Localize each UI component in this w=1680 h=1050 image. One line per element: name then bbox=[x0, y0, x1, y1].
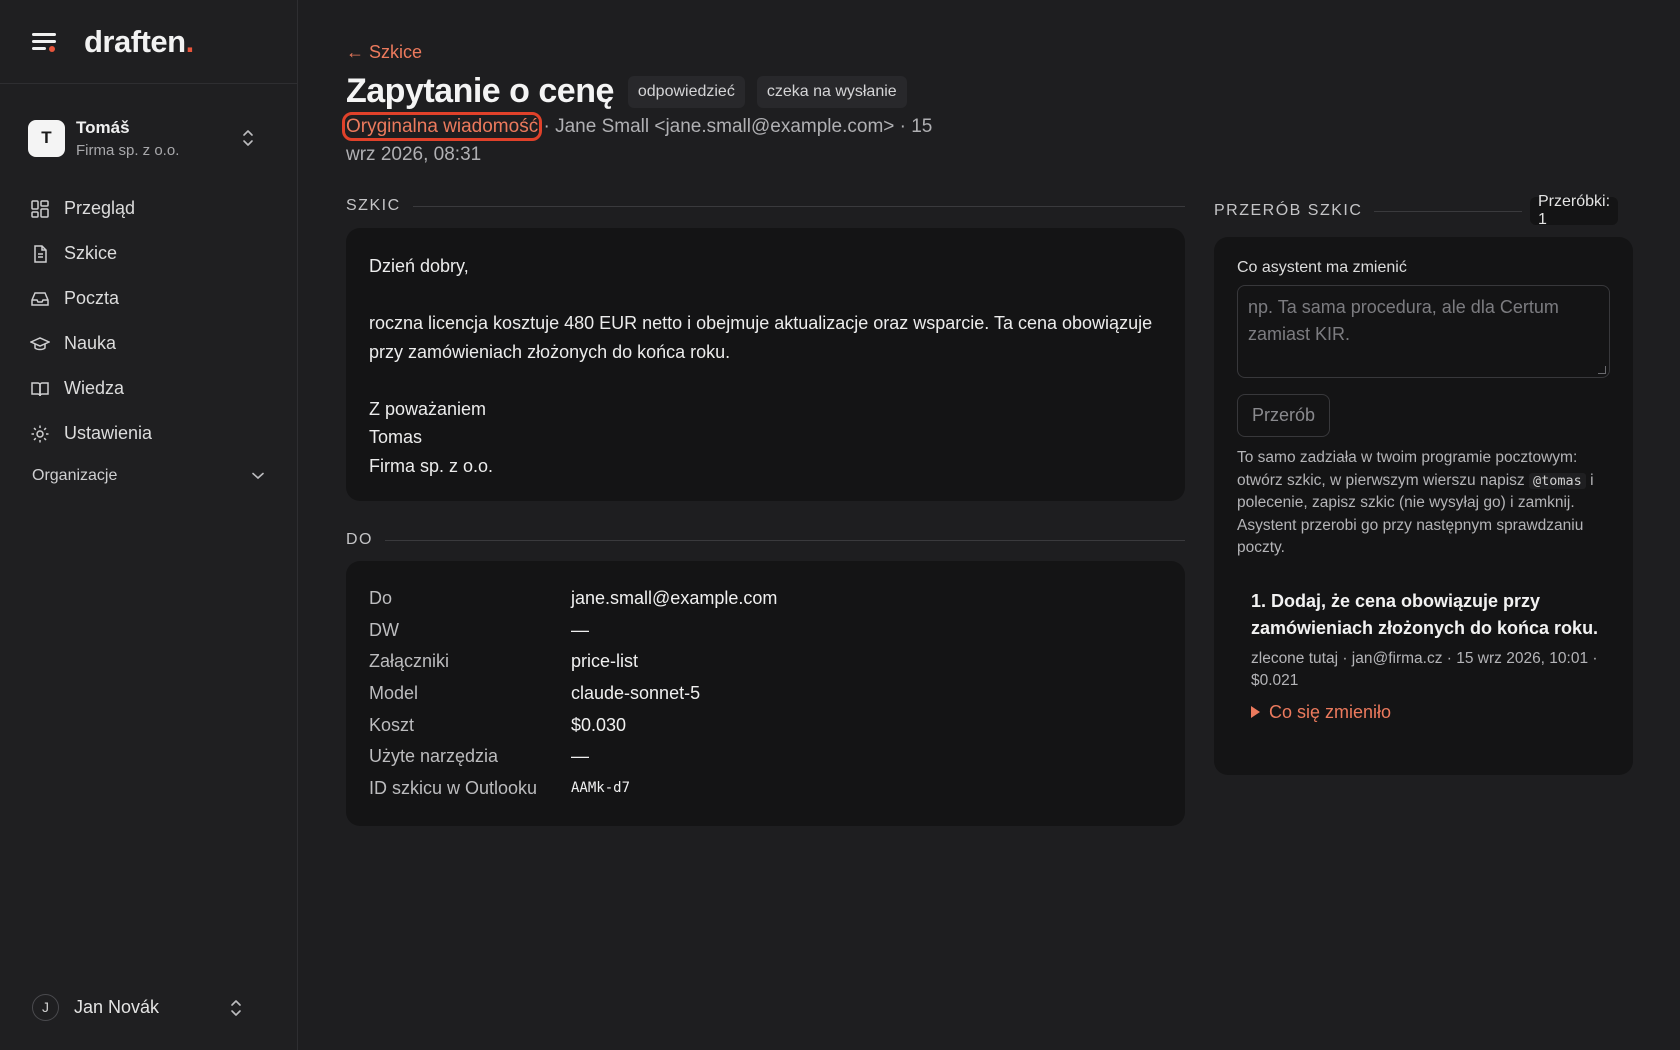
page-title: Zapytanie o cenę bbox=[346, 72, 614, 110]
nav-item-label: Nauka bbox=[64, 333, 117, 353]
rework-history-title: 1. Dodaj, że cena obowiązuje przy zamówi… bbox=[1251, 590, 1599, 638]
detail-row-cc: DW — bbox=[369, 619, 589, 640]
details-card: Do jane.small@example.com DW — Załączniki p… bbox=[346, 561, 1185, 826]
main-nav: Przegląd Szkice Poczta Nauka Wiedza Usta… bbox=[30, 186, 270, 456]
nav-item-label: Ustawienia bbox=[64, 423, 153, 443]
back-to-drafts-link[interactable]: ← Szkice bbox=[346, 42, 422, 63]
org-avatar: T bbox=[28, 119, 65, 157]
book-icon bbox=[31, 381, 49, 396]
what-changed-toggle[interactable]: Co się zmieniło bbox=[1251, 702, 1610, 723]
logo[interactable]: draften. bbox=[84, 24, 194, 60]
message-meta: Oryginalna wiadomość · Jane Small <jane.… bbox=[341, 112, 966, 169]
organizations-toggle[interactable]: Organizacje bbox=[32, 467, 264, 485]
nav-item-wiedza[interactable]: Wiedza bbox=[30, 366, 270, 411]
nav-item-poczta[interactable]: Poczta bbox=[30, 276, 270, 321]
org-name: Tomáš bbox=[76, 117, 130, 137]
detail-row-attachments: Załączniki price-list bbox=[369, 651, 639, 672]
rework-history-item: 1. Dodaj, że cena obowiązuje przy zamówi… bbox=[1251, 588, 1610, 723]
detail-row-cost: Koszt $0.030 bbox=[369, 714, 627, 735]
sidebar: draften. T Tomáš Firma sp. z o.o. Przegl… bbox=[0, 0, 298, 1050]
details-section-label: DO bbox=[346, 531, 1185, 549]
title-row: Zapytanie o cenę odpowiedzieć czeka na w… bbox=[346, 72, 907, 111]
draft-body-card: Dzień dobry, roczna licencja kosztuje 48… bbox=[346, 228, 1185, 501]
detail-row-outlook-id: ID szkicu w Outlooku AAMk-d7 bbox=[369, 777, 631, 798]
inbox-icon bbox=[31, 291, 49, 306]
draft-section-label: SZKIC bbox=[346, 197, 1185, 215]
rework-section-label: PRZERÓB SZKIC bbox=[1214, 202, 1522, 220]
gear-icon bbox=[31, 425, 49, 442]
nav-item-szkice[interactable]: Szkice bbox=[30, 231, 270, 276]
status-badge-reply: odpowiedzieć bbox=[627, 75, 745, 108]
detail-row-model: Model claude-sonnet-5 bbox=[369, 683, 701, 704]
rework-help-text: To samo zadziała w twoim programie poczt… bbox=[1237, 449, 1594, 556]
rework-history-meta: zlecone tutaj · jan@firma.cz · 15 wrz 20… bbox=[1251, 649, 1598, 689]
nav-item-przeglad[interactable]: Przegląd bbox=[30, 186, 270, 231]
rework-instruction-input[interactable]: np. Ta sama procedura, ale dla Certum za… bbox=[1237, 285, 1610, 378]
detail-row-tools: Użyte narzędzia — bbox=[369, 746, 589, 767]
chevron-down-icon bbox=[252, 472, 264, 480]
rework-button[interactable]: Przerób bbox=[1237, 394, 1331, 437]
original-message-link[interactable]: Oryginalna wiadomość bbox=[341, 112, 543, 141]
user-name: Jan Novák bbox=[74, 996, 160, 1017]
draft-greeting: Dzień dobry, bbox=[369, 256, 469, 276]
menu-icon[interactable] bbox=[32, 31, 58, 53]
nav-item-label: Przegląd bbox=[64, 198, 136, 218]
user-menu[interactable]: J Jan Novák bbox=[32, 993, 264, 1021]
logo-row: draften. bbox=[0, 0, 297, 84]
nav-item-label: Wiedza bbox=[64, 378, 125, 398]
detail-row-to: Do jane.small@example.com bbox=[369, 588, 778, 609]
org-switcher[interactable]: T Tomáš Firma sp. z o.o. bbox=[28, 116, 272, 160]
rework-card: Co asystent ma zmienić np. Ta sama proce… bbox=[1214, 237, 1633, 775]
nav-item-nauka[interactable]: Nauka bbox=[30, 321, 270, 366]
draft-signature-name: Tomas bbox=[369, 427, 423, 447]
nav-item-label: Szkice bbox=[64, 243, 118, 263]
graduation-cap-icon bbox=[30, 336, 50, 350]
document-icon bbox=[34, 244, 47, 263]
resize-handle-icon[interactable] bbox=[1598, 366, 1606, 374]
draft-body: roczna licencja kosztuje 480 EUR netto i… bbox=[369, 313, 1153, 362]
triangle-right-icon bbox=[1251, 706, 1260, 718]
rework-field-label: Co asystent ma zmienić bbox=[1237, 259, 1407, 276]
command-code: @tomas bbox=[1528, 472, 1586, 489]
rework-placeholder: np. Ta sama procedura, ale dla Certum za… bbox=[1248, 297, 1559, 344]
status-badge-pending: czeka na wysłanie bbox=[756, 75, 907, 108]
chevron-up-down-icon bbox=[231, 1000, 241, 1016]
grid-icon bbox=[31, 199, 49, 218]
org-company: Firma sp. z o.o. bbox=[76, 141, 180, 159]
draft-signature-company: Firma sp. z o.o. bbox=[369, 455, 494, 476]
organizations-label: Organizacje bbox=[32, 467, 118, 484]
rework-count-badge: Przeróbki: 1 bbox=[1530, 193, 1619, 228]
nav-item-ustawienia[interactable]: Ustawienia bbox=[30, 411, 270, 456]
user-avatar: J bbox=[32, 993, 59, 1021]
draft-closing: Z poważaniem bbox=[369, 398, 487, 419]
nav-item-label: Poczta bbox=[64, 288, 120, 308]
chevron-up-down-icon bbox=[243, 130, 253, 146]
